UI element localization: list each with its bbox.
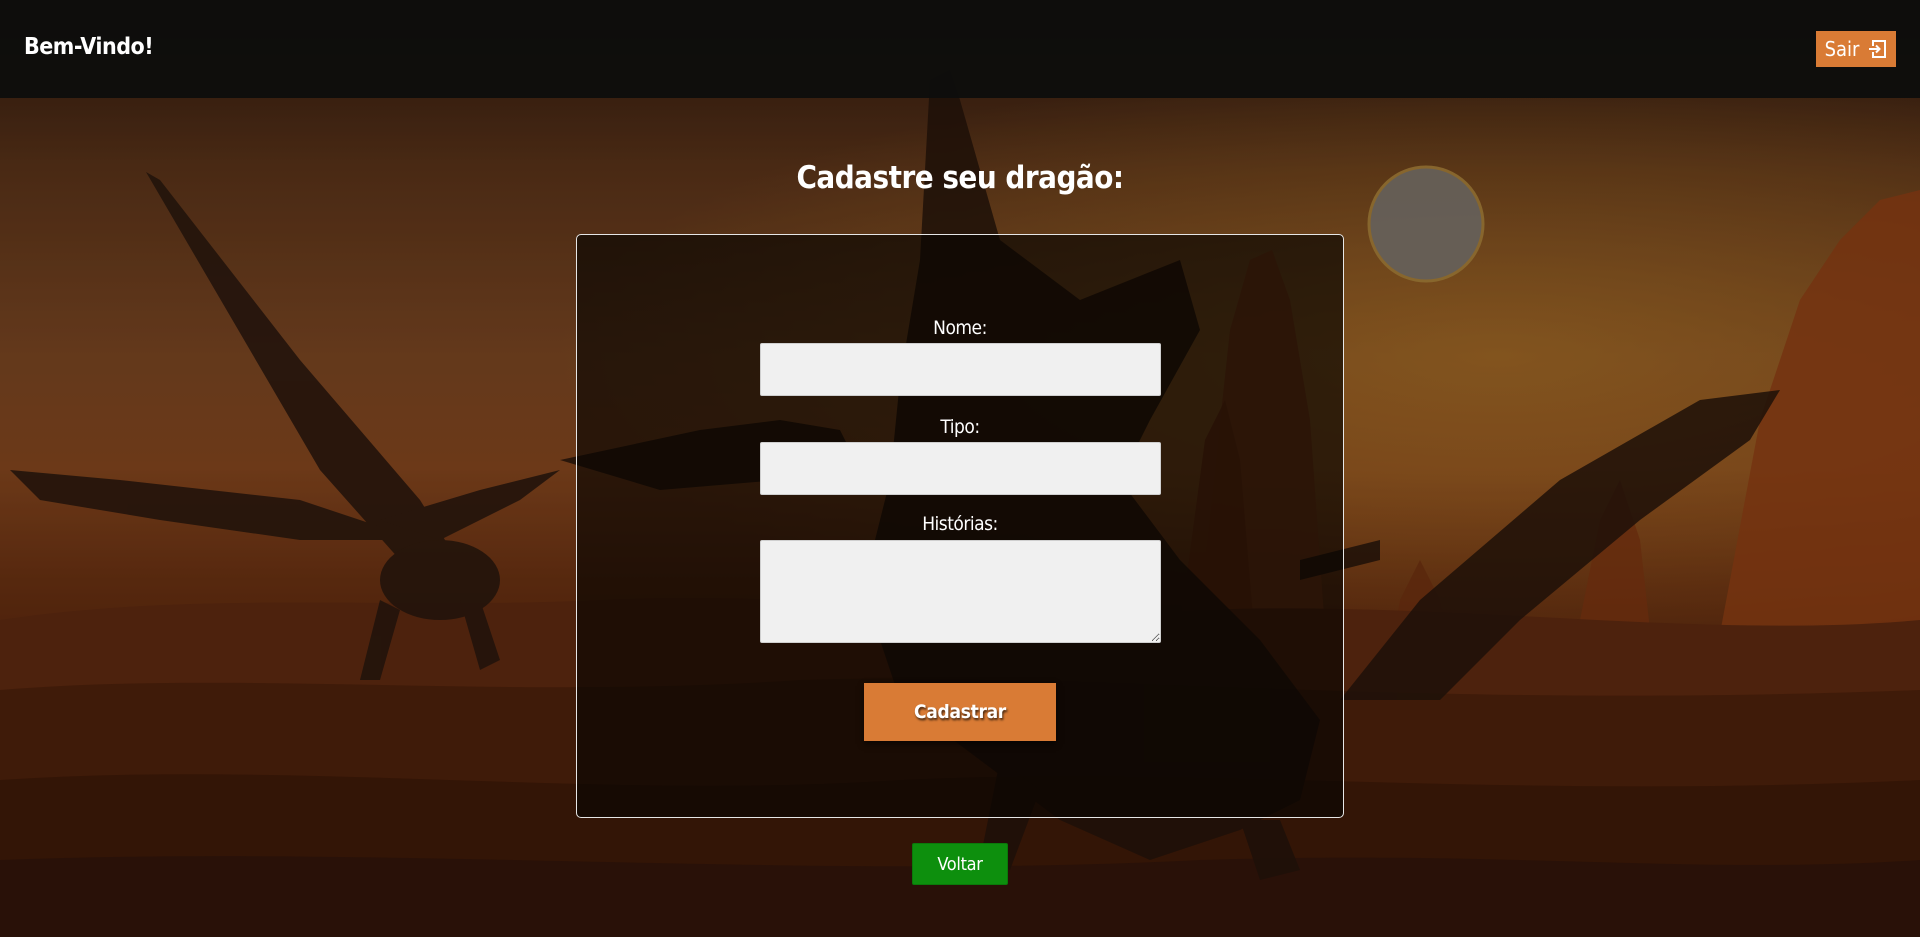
submit-button[interactable]: Cadastrar xyxy=(864,683,1056,741)
form-title: Cadastre seu dragão: xyxy=(796,160,1124,196)
stories-textarea[interactable] xyxy=(760,540,1161,643)
welcome-title: Bem-Vindo! xyxy=(24,34,154,60)
type-input[interactable] xyxy=(760,442,1161,495)
type-label: Tipo: xyxy=(940,416,980,438)
back-button[interactable]: Voltar xyxy=(912,843,1008,885)
name-label: Nome: xyxy=(933,317,987,339)
dragon-register-form: Nome: Tipo: Histórias: Cadastrar xyxy=(576,234,1344,818)
name-input[interactable] xyxy=(760,343,1161,396)
logout-label: Sair xyxy=(1824,37,1860,61)
stories-label: Histórias: xyxy=(922,513,998,535)
sign-out-icon xyxy=(1867,39,1887,59)
logout-button[interactable]: Sair xyxy=(1816,31,1896,67)
top-navbar: Bem-Vindo! Sair xyxy=(0,0,1920,98)
